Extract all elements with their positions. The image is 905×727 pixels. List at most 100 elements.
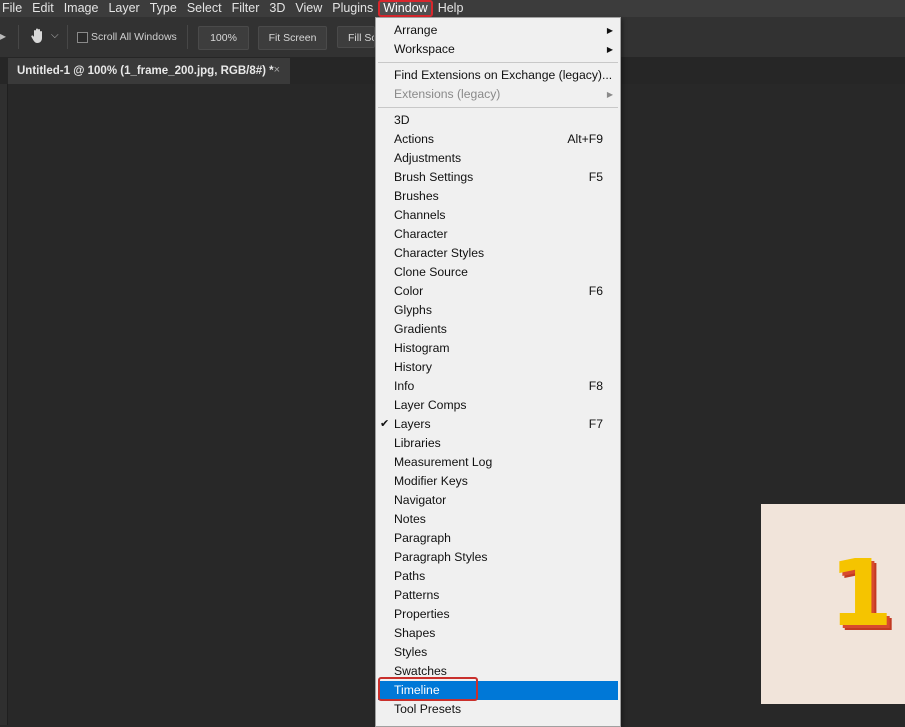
menu-type[interactable]: Type <box>145 0 182 17</box>
menu-item-notes[interactable]: Notes <box>376 510 620 529</box>
menu-select[interactable]: Select <box>182 0 227 17</box>
menu-item-info[interactable]: Info F8 <box>376 377 620 396</box>
shortcut-label: F7 <box>588 417 603 431</box>
shortcut-label: F6 <box>588 284 603 298</box>
zoom-100-button[interactable]: 100% <box>198 26 249 50</box>
menu-item-modifier-keys[interactable]: Modifier Keys <box>376 472 620 491</box>
menu-item-find-extensions-on-exchange-legacy[interactable]: Find Extensions on Exchange (legacy)... <box>376 66 620 85</box>
menu-file[interactable]: File <box>0 0 27 17</box>
menu-divider <box>378 107 618 108</box>
menu-item-character-styles[interactable]: Character Styles <box>376 244 620 263</box>
menu-item-shapes[interactable]: Shapes <box>376 624 620 643</box>
options-bar-grip-icon: ▸ <box>0 29 7 43</box>
menu-item-label: Navigator <box>394 493 447 507</box>
menu-item-label: Properties <box>394 607 450 621</box>
menu-item-channels[interactable]: Channels <box>376 206 620 225</box>
menu-item-label: Info <box>394 379 415 393</box>
chevron-down-icon[interactable]: ⌵ <box>51 30 59 41</box>
menu-item-paths[interactable]: Paths <box>376 567 620 586</box>
menu-view[interactable]: View <box>290 0 327 17</box>
menu-item-label: Color <box>394 284 424 298</box>
canvas-number: 1 <box>829 540 894 647</box>
document-tab-title: Untitled-1 @ 100% (1_frame_200.jpg, RGB/… <box>17 65 274 77</box>
document-tab[interactable]: Untitled-1 @ 100% (1_frame_200.jpg, RGB/… <box>8 58 290 84</box>
menu-item-layer-comps[interactable]: Layer Comps <box>376 396 620 415</box>
menu-item-workspace[interactable]: Workspace ▶ <box>376 40 620 59</box>
canvas-image: 1 <box>761 504 905 704</box>
menu-item-color[interactable]: Color F6 <box>376 282 620 301</box>
menu-item-character[interactable]: Character <box>376 225 620 244</box>
menu-3d[interactable]: 3D <box>264 0 290 17</box>
menu-item-label: Shapes <box>394 626 436 640</box>
menu-item-extensions-legacy: Extensions (legacy) ▶ <box>376 85 620 104</box>
menu-item-3d[interactable]: 3D <box>376 111 620 130</box>
menu-item-clone-source[interactable]: Clone Source <box>376 263 620 282</box>
menu-item-histogram[interactable]: Histogram <box>376 339 620 358</box>
menu-bar: File Edit Image Layer Type Select Filter 3D View… <box>0 0 905 17</box>
menu-item-measurement-log[interactable]: Measurement Log <box>376 453 620 472</box>
scroll-all-windows-checkbox[interactable] <box>77 32 88 43</box>
menu-filter[interactable]: Filter <box>227 0 265 17</box>
divider <box>187 25 188 49</box>
menu-item-brush-settings[interactable]: Brush Settings F5 <box>376 168 620 187</box>
menu-item-label: Libraries <box>394 436 441 450</box>
menu-item-label: Styles <box>394 645 428 659</box>
menu-item-paragraph-styles[interactable]: Paragraph Styles <box>376 548 620 567</box>
shortcut-label: F5 <box>588 170 603 184</box>
divider <box>18 25 19 49</box>
menu-item-label: Notes <box>394 512 426 526</box>
menu-edit[interactable]: Edit <box>27 0 59 17</box>
menu-item-label: Timeline <box>394 683 440 697</box>
menu-item-label: Arrange <box>394 23 438 37</box>
shortcut-label: F8 <box>588 379 603 393</box>
menu-help[interactable]: Help <box>433 0 469 17</box>
menu-item-label: Character <box>394 227 448 241</box>
menu-item-label: Histogram <box>394 341 450 355</box>
menu-item-label: Measurement Log <box>394 455 493 469</box>
menu-item-properties[interactable]: Properties <box>376 605 620 624</box>
menu-image[interactable]: Image <box>59 0 104 17</box>
menu-item-layers[interactable]: ✔ Layers F7 <box>376 415 620 434</box>
menu-item-tool-presets[interactable]: Tool Presets <box>376 700 620 719</box>
menu-item-gradients[interactable]: Gradients <box>376 320 620 339</box>
menu-layer[interactable]: Layer <box>103 0 144 17</box>
menu-item-label: Workspace <box>394 42 455 56</box>
window-menu-dropdown: Arrange ▶ Workspace ▶ Find Extensions on Exc… <box>375 17 621 727</box>
menu-item-label: Character Styles <box>394 246 485 260</box>
menu-item-patterns[interactable]: Patterns <box>376 586 620 605</box>
menu-item-label: Modifier Keys <box>394 474 468 488</box>
fit-screen-button[interactable]: Fit Screen <box>258 26 327 50</box>
menu-item-styles[interactable]: Styles <box>376 643 620 662</box>
menu-item-label: 3D <box>394 113 410 127</box>
scroll-all-windows-label: Scroll All Windows <box>91 31 177 43</box>
menu-item-label: Adjustments <box>394 151 462 165</box>
menu-item-paragraph[interactable]: Paragraph <box>376 529 620 548</box>
divider <box>67 25 68 49</box>
menu-item-timeline[interactable]: Timeline <box>378 677 618 701</box>
menu-item-libraries[interactable]: Libraries <box>376 434 620 453</box>
menu-item-label: Brushes <box>394 189 439 203</box>
menu-item-label: Paragraph <box>394 531 451 545</box>
toolbar-edge <box>0 84 8 725</box>
menu-item-arrange[interactable]: Arrange ▶ <box>376 21 620 40</box>
hand-tool-icon[interactable] <box>28 26 48 46</box>
menu-item-adjustments[interactable]: Adjustments <box>376 149 620 168</box>
close-icon[interactable]: × <box>274 64 280 76</box>
menu-item-label: Layer Comps <box>394 398 467 412</box>
menu-item-label: Tool Presets <box>394 702 462 716</box>
menu-item-history[interactable]: History <box>376 358 620 377</box>
menu-item-actions[interactable]: Actions Alt+F9 <box>376 130 620 149</box>
menu-item-label: Channels <box>394 208 446 222</box>
menu-item-glyphs[interactable]: Glyphs <box>376 301 620 320</box>
checkmark-icon: ✔ <box>380 418 390 430</box>
menu-item-brushes[interactable]: Brushes <box>376 187 620 206</box>
shortcut-label: Alt+F9 <box>567 132 603 146</box>
menu-item-navigator[interactable]: Navigator <box>376 491 620 510</box>
menu-window[interactable]: Window <box>378 0 433 17</box>
menu-divider <box>378 62 618 63</box>
menu-plugins[interactable]: Plugins <box>327 0 378 17</box>
menu-item-label: Paths <box>394 569 426 583</box>
menu-item-label: Layers <box>394 417 431 431</box>
fill-screen-button[interactable]: Fill Sc <box>337 26 375 48</box>
chevron-right-icon: ▶ <box>606 45 613 54</box>
